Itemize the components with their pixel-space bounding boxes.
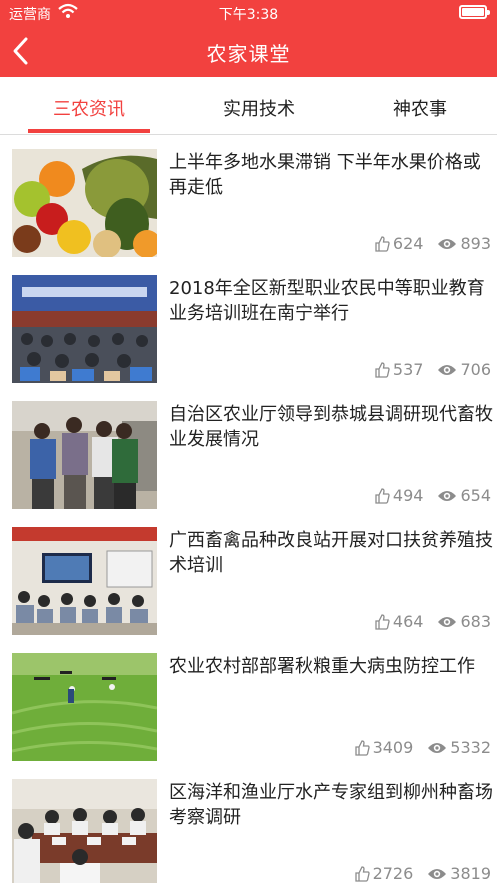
news-title: 广西畜禽品种改良站开展对口扶贫养殖技术培训 [169, 530, 493, 576]
news-stats: 464 683 [360, 612, 491, 631]
like-count-value: 2726 [372, 864, 414, 883]
tab-news[interactable]: 三农资讯 [19, 95, 159, 121]
news-title: 农业农村部部署秋粮重大病虫防控工作 [169, 656, 475, 677]
status-time: 下午3:38 [218, 7, 279, 23]
view-count: 893 [437, 234, 491, 253]
news-thumbnail [12, 779, 157, 883]
news-stats: 624 893 [360, 234, 491, 253]
eye-icon [428, 868, 447, 879]
view-count-value: 5332 [450, 738, 491, 757]
like-count-value: 3409 [372, 738, 414, 757]
view-count-value: 654 [460, 486, 491, 505]
like-count[interactable]: 624 [374, 234, 424, 253]
like-count-value: 537 [392, 360, 424, 379]
view-count: 683 [437, 612, 491, 631]
news-item[interactable]: 区海洋和渔业厅水产专家组到柳州种畜场考察调研 2726 3819 [0, 766, 497, 883]
thumbs-up-icon [375, 361, 390, 378]
news-thumbnail [12, 275, 157, 383]
view-count: 654 [437, 486, 491, 505]
like-count[interactable]: 494 [374, 486, 424, 505]
news-item[interactable]: 2018年全区新型职业农民中等职业教育业务培训班在南宁举行 537 706 [0, 262, 497, 388]
like-count[interactable]: 464 [374, 612, 424, 631]
view-count-value: 893 [460, 234, 491, 253]
tab-bar: 三农资讯 实用技术 神农事 [0, 77, 497, 135]
like-count-value: 464 [392, 612, 424, 631]
tab-shennong[interactable]: 神农事 [350, 95, 490, 121]
news-title: 上半年多地水果滞销 下半年水果价格或再走低 [169, 152, 481, 198]
news-stats: 537 706 [360, 360, 491, 379]
eye-icon [438, 490, 457, 501]
eye-icon [438, 616, 457, 627]
like-count-value: 624 [392, 234, 424, 253]
thumbs-up-icon [354, 865, 370, 882]
news-stats: 494 654 [360, 486, 491, 505]
news-title: 区海洋和渔业厅水产专家组到柳州种畜场考察调研 [169, 782, 493, 828]
tab-practical-tech[interactable]: 实用技术 [189, 95, 329, 121]
like-count[interactable]: 2726 [354, 864, 414, 883]
news-stats: 3409 5332 [340, 738, 491, 757]
news-thumbnail [12, 527, 157, 635]
news-title: 2018年全区新型职业农民中等职业教育业务培训班在南宁举行 [169, 278, 485, 324]
view-count-value: 3819 [450, 864, 491, 883]
news-thumbnail [12, 149, 157, 257]
like-count[interactable]: 3409 [354, 738, 414, 757]
news-item[interactable]: 自治区农业厅领导到恭城县调研现代畜牧业发展情况 494 654 [0, 388, 497, 514]
page-title: 农家课堂 [206, 42, 291, 66]
news-thumbnail [12, 653, 157, 761]
battery-icon [459, 5, 490, 19]
news-item[interactable]: 农业农村部部署秋粮重大病虫防控工作 3409 5332 [0, 640, 497, 766]
eye-icon [438, 364, 457, 375]
active-tab-indicator [28, 129, 150, 133]
news-stats: 2726 3819 [340, 864, 491, 883]
view-count: 706 [437, 360, 491, 379]
top-bar: 运营商 下午3:38 农家课堂 [0, 0, 497, 77]
like-count[interactable]: 537 [374, 360, 424, 379]
view-count: 3819 [427, 864, 491, 883]
like-count-value: 494 [392, 486, 424, 505]
news-thumbnail [12, 401, 157, 509]
news-title: 自治区农业厅领导到恭城县调研现代畜牧业发展情况 [169, 404, 493, 450]
thumbs-up-icon [375, 613, 390, 630]
news-item[interactable]: 上半年多地水果滞销 下半年水果价格或再走低 624 893 [0, 136, 497, 262]
status-bar: 运营商 下午3:38 [0, 0, 497, 26]
news-item[interactable]: 广西畜禽品种改良站开展对口扶贫养殖技术培训 464 683 [0, 514, 497, 640]
thumbs-up-icon [375, 487, 390, 504]
view-count: 5332 [427, 738, 491, 757]
view-count-value: 706 [460, 360, 491, 379]
thumbs-up-icon [375, 235, 390, 252]
eye-icon [438, 238, 457, 249]
thumbs-up-icon [354, 739, 370, 756]
view-count-value: 683 [460, 612, 491, 631]
eye-icon [428, 742, 447, 753]
